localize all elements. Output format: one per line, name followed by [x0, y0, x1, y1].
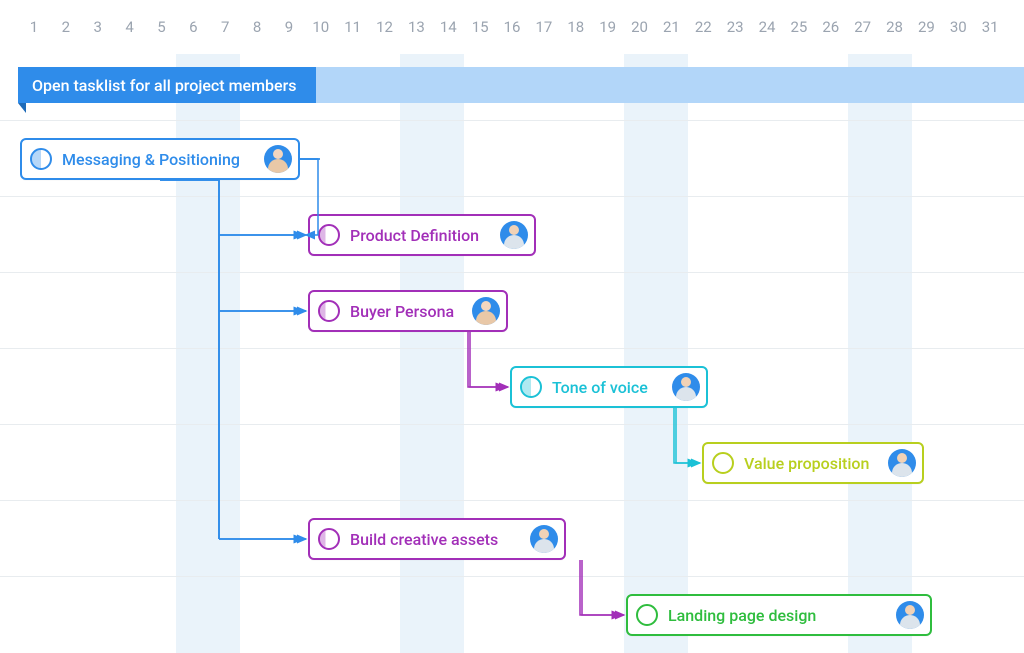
ruler-day: 13	[401, 18, 433, 54]
ruler-day: 27	[847, 18, 879, 54]
ruler-day: 30	[942, 18, 974, 54]
task-product-definition[interactable]: Product Definition	[308, 214, 536, 256]
ruler-day: 16	[496, 18, 528, 54]
grid-row-line	[0, 120, 1024, 121]
progress-icon	[712, 452, 734, 474]
task-value-proposition[interactable]: Value proposition	[702, 442, 924, 484]
ruler-day: 6	[177, 18, 209, 54]
weekend-col	[400, 54, 432, 653]
progress-icon	[318, 528, 340, 550]
weekend-col	[656, 54, 688, 653]
ruler-day: 9	[273, 18, 305, 54]
avatar	[888, 449, 916, 477]
ruler-day: 20	[624, 18, 656, 54]
task-label: Tone of voice	[552, 378, 648, 397]
ruler-day: 11	[337, 18, 369, 54]
ruler-day: 2	[50, 18, 82, 54]
gantt-chart: Open tasklist for all project members Me…	[0, 54, 1024, 653]
ruler-day: 19	[592, 18, 624, 54]
ruler-day: 24	[751, 18, 783, 54]
task-tone-of-voice[interactable]: Tone of voice	[510, 366, 708, 408]
ruler-day: 29	[911, 18, 943, 54]
task-landing-page-design[interactable]: Landing page design	[626, 594, 932, 636]
tasklist-header-bar[interactable]: Open tasklist for all project members	[18, 67, 1024, 103]
ruler-day: 18	[560, 18, 592, 54]
weekend-col	[880, 54, 912, 653]
avatar	[530, 525, 558, 553]
weekend-col	[624, 54, 656, 653]
avatar	[472, 297, 500, 325]
grid-row-line	[0, 348, 1024, 349]
progress-icon	[520, 376, 542, 398]
task-build-creative-assets[interactable]: Build creative assets	[308, 518, 566, 560]
task-messaging-positioning[interactable]: Messaging & Positioning	[20, 138, 300, 180]
progress-icon	[318, 224, 340, 246]
ruler-day: 26	[815, 18, 847, 54]
ruler-day: 23	[719, 18, 751, 54]
task-label: Buyer Persona	[350, 302, 454, 321]
ruler-day: 28	[879, 18, 911, 54]
avatar	[264, 145, 292, 173]
tasklist-header-title: Open tasklist for all project members	[32, 76, 296, 95]
ruler-day: 17	[528, 18, 560, 54]
ruler-day: 14	[432, 18, 464, 54]
task-label: Messaging & Positioning	[62, 150, 240, 169]
grid-row-line	[0, 272, 1024, 273]
ruler-day: 4	[114, 18, 146, 54]
task-label: Value proposition	[744, 454, 869, 473]
grid-row-line	[0, 576, 1024, 577]
weekend-col	[432, 54, 464, 653]
progress-icon	[30, 148, 52, 170]
ruler-day: 8	[241, 18, 273, 54]
grid-row-line	[0, 500, 1024, 501]
date-ruler: 1234567891011121314151617181920212223242…	[0, 0, 1024, 54]
progress-icon	[636, 604, 658, 626]
ruler-day: 10	[305, 18, 337, 54]
ruler-day: 3	[82, 18, 114, 54]
flag-icon	[18, 103, 26, 113]
task-buyer-persona[interactable]: Buyer Persona	[308, 290, 508, 332]
ruler-day: 1	[18, 18, 50, 54]
grid-row-line	[0, 424, 1024, 425]
ruler-day: 22	[687, 18, 719, 54]
avatar	[672, 373, 700, 401]
ruler-day: 15	[464, 18, 496, 54]
ruler-day: 31	[974, 18, 1006, 54]
task-label: Build creative assets	[350, 530, 498, 549]
avatar	[896, 601, 924, 629]
progress-icon	[318, 300, 340, 322]
avatar	[500, 221, 528, 249]
ruler-day: 7	[209, 18, 241, 54]
ruler-day: 21	[656, 18, 688, 54]
ruler-day: 25	[783, 18, 815, 54]
ruler-day: 5	[146, 18, 178, 54]
weekend-col	[848, 54, 880, 653]
task-label: Product Definition	[350, 226, 479, 245]
grid-row-line	[0, 196, 1024, 197]
task-label: Landing page design	[668, 606, 816, 625]
ruler-day: 12	[369, 18, 401, 54]
